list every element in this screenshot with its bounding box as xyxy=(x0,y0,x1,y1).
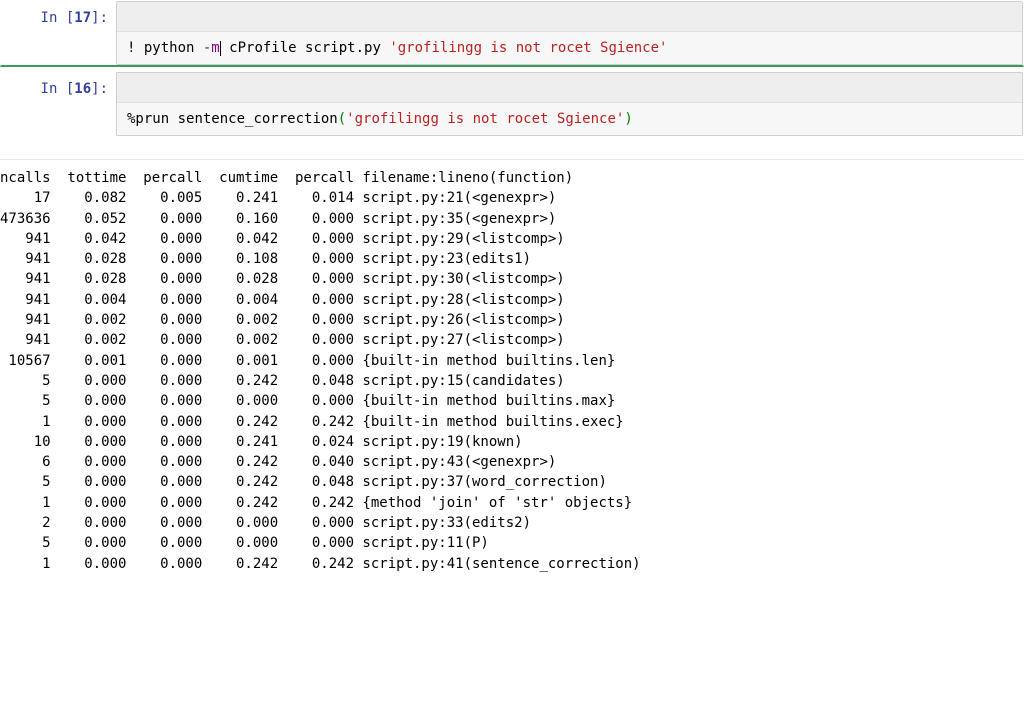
profile-row: 5 0.000 0.000 0.242 0.048 script.py:15(c… xyxy=(0,371,1024,391)
profile-row: 941 0.028 0.000 0.028 0.000 script.py:30… xyxy=(0,269,1024,289)
profile-row: 941 0.002 0.000 0.002 0.000 script.py:26… xyxy=(0,310,1024,330)
profile-row: 2 0.000 0.000 0.000 0.000 script.py:33(e… xyxy=(0,513,1024,533)
cell-toolbar xyxy=(117,73,1022,103)
profile-header-row: ncalls tottime percall cumtime percall f… xyxy=(0,168,1024,188)
profile-row: 5 0.000 0.000 0.000 0.000 {built-in meth… xyxy=(0,391,1024,411)
profile-row: 17 0.082 0.005 0.241 0.014 script.py:21(… xyxy=(0,188,1024,208)
code-input-area[interactable]: ! python -m cProfile script.py 'grofilin… xyxy=(116,1,1023,65)
profile-rows: 17 0.082 0.005 0.241 0.014 script.py:21(… xyxy=(0,188,1024,574)
code-cell[interactable]: In [17]: ! python -m cProfile script.py … xyxy=(0,0,1024,67)
profile-row: 6 0.000 0.000 0.242 0.040 script.py:43(<… xyxy=(0,452,1024,472)
input-prompt: In [17]: xyxy=(1,1,116,65)
input-prompt: In [16]: xyxy=(1,72,116,136)
code-input-area[interactable]: %prun sentence_correction('grofilingg is… xyxy=(116,72,1023,136)
profile-row: 10567 0.001 0.000 0.001 0.000 {built-in … xyxy=(0,351,1024,371)
profile-row: 473636 0.052 0.000 0.160 0.000 script.py… xyxy=(0,209,1024,229)
profile-row: 5 0.000 0.000 0.242 0.048 script.py:37(w… xyxy=(0,472,1024,492)
cell-toolbar xyxy=(117,2,1022,32)
code-content[interactable]: %prun sentence_correction('grofilingg is… xyxy=(117,103,1022,135)
code-content[interactable]: ! python -m cProfile script.py 'grofilin… xyxy=(117,32,1022,64)
profile-row: 1 0.000 0.000 0.242 0.242 {built-in meth… xyxy=(0,412,1024,432)
profile-row: 941 0.028 0.000 0.108 0.000 script.py:23… xyxy=(0,249,1024,269)
profile-row: 941 0.002 0.000 0.002 0.000 script.py:27… xyxy=(0,330,1024,350)
code-cell[interactable]: In [16]: %prun sentence_correction('grof… xyxy=(0,71,1024,137)
profile-row: 5 0.000 0.000 0.000 0.000 script.py:11(P… xyxy=(0,533,1024,553)
profile-row: 941 0.042 0.000 0.042 0.000 script.py:29… xyxy=(0,229,1024,249)
profile-row: 941 0.004 0.000 0.004 0.000 script.py:28… xyxy=(0,290,1024,310)
profile-row: 10 0.000 0.000 0.241 0.024 script.py:19(… xyxy=(0,432,1024,452)
profiling-output: ncalls tottime percall cumtime percall f… xyxy=(0,159,1024,574)
profile-row: 1 0.000 0.000 0.242 0.242 script.py:41(s… xyxy=(0,554,1024,574)
profile-row: 1 0.000 0.000 0.242 0.242 {method 'join'… xyxy=(0,493,1024,513)
